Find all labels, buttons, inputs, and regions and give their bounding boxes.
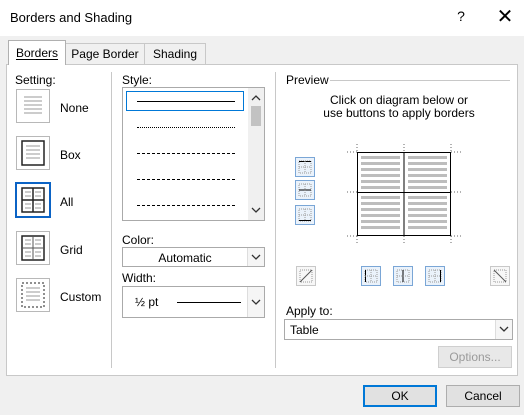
diagonal-down-border-button[interactable] xyxy=(296,266,316,286)
setting-custom-label: Custom xyxy=(60,290,102,304)
divider xyxy=(111,72,112,368)
chevron-down-icon xyxy=(499,326,509,332)
border-top-icon xyxy=(298,160,312,174)
width-dropdown-arrow[interactable] xyxy=(247,287,264,317)
width-dropdown[interactable]: ½ pt xyxy=(122,286,265,318)
border-diagonal-down-icon xyxy=(299,269,313,283)
color-value: Automatic xyxy=(158,251,212,265)
cancel-button[interactable]: Cancel xyxy=(446,385,520,407)
setting-all-icon xyxy=(21,187,45,213)
setting-custom-button[interactable] xyxy=(16,278,50,312)
bottom-border-button[interactable] xyxy=(295,205,315,225)
setting-none-label: None xyxy=(60,101,89,115)
tab-borders[interactable]: Borders xyxy=(8,40,66,65)
style-dashed-line[interactable] xyxy=(137,153,235,154)
preview-heading: Preview xyxy=(286,73,329,87)
border-left-icon xyxy=(364,269,378,283)
setting-heading: Setting: xyxy=(15,73,56,87)
chevron-down-icon xyxy=(251,299,261,305)
chevron-down-icon xyxy=(251,254,261,260)
border-inside-horizontal-icon xyxy=(298,183,312,197)
ok-button[interactable]: OK xyxy=(363,385,437,407)
preview-instruction-2: use buttons to apply borders xyxy=(323,106,475,120)
setting-grid-icon xyxy=(21,235,45,261)
apply-to-dropdown-arrow[interactable] xyxy=(495,320,512,339)
style-heading: Style: xyxy=(122,73,153,87)
border-inside-vertical-icon xyxy=(396,269,410,283)
top-border-button[interactable] xyxy=(295,157,315,177)
help-button[interactable]: ? xyxy=(452,8,470,28)
style-long-dash-line[interactable] xyxy=(137,179,235,180)
divider xyxy=(275,72,276,368)
setting-box-button[interactable] xyxy=(16,136,50,170)
setting-none-icon xyxy=(24,96,42,114)
tab-shading[interactable]: Shading xyxy=(144,43,206,64)
color-dropdown[interactable]: Automatic xyxy=(122,247,265,267)
border-bottom-icon xyxy=(298,208,312,222)
preview-instruction-1: Click on diagram below or xyxy=(329,93,469,107)
style-dash-dot-line[interactable] xyxy=(137,205,235,206)
setting-none-button[interactable] xyxy=(16,89,50,123)
right-border-button[interactable] xyxy=(425,266,445,286)
style-solid-line[interactable] xyxy=(137,101,235,102)
apply-to-heading: Apply to: xyxy=(286,304,333,318)
color-heading: Color: xyxy=(122,233,155,247)
dialog-title: Borders and Shading xyxy=(10,10,133,25)
close-button[interactable]: ✕ xyxy=(494,5,516,29)
setting-all-button[interactable] xyxy=(15,182,51,218)
border-diagonal-up-icon xyxy=(493,269,507,283)
setting-box-icon xyxy=(21,140,45,166)
diagonal-up-border-button[interactable] xyxy=(490,266,510,286)
setting-custom-icon xyxy=(21,282,45,308)
border-right-icon xyxy=(428,269,442,283)
tab-page-border[interactable]: Page Border xyxy=(64,43,146,64)
setting-grid-button[interactable] xyxy=(16,231,50,265)
apply-to-dropdown[interactable]: Table xyxy=(284,319,513,340)
title-bar: Borders and Shading ? ✕ xyxy=(0,0,524,36)
divider xyxy=(330,80,510,81)
width-value: ½ pt xyxy=(135,295,159,309)
left-border-button[interactable] xyxy=(361,266,381,286)
width-heading: Width: xyxy=(122,271,157,285)
setting-box-label: Box xyxy=(60,148,81,162)
style-scrollbar[interactable] xyxy=(248,88,264,220)
setting-grid-label: Grid xyxy=(60,243,83,257)
color-dropdown-arrow[interactable] xyxy=(247,248,264,266)
preview-diagram[interactable] xyxy=(347,144,461,244)
apply-to-value: Table xyxy=(290,323,319,337)
options-button[interactable]: Options... xyxy=(438,346,512,368)
inside-horizontal-border-button[interactable] xyxy=(295,180,315,200)
inside-vertical-border-button[interactable] xyxy=(393,266,413,286)
setting-all-label: All xyxy=(60,195,74,209)
width-sample-line xyxy=(177,302,241,303)
style-dotted-line[interactable] xyxy=(137,127,235,128)
scrollbar-arrows-icon xyxy=(251,95,261,213)
style-listbox[interactable] xyxy=(122,87,265,221)
preview-table-diagram xyxy=(347,144,461,244)
